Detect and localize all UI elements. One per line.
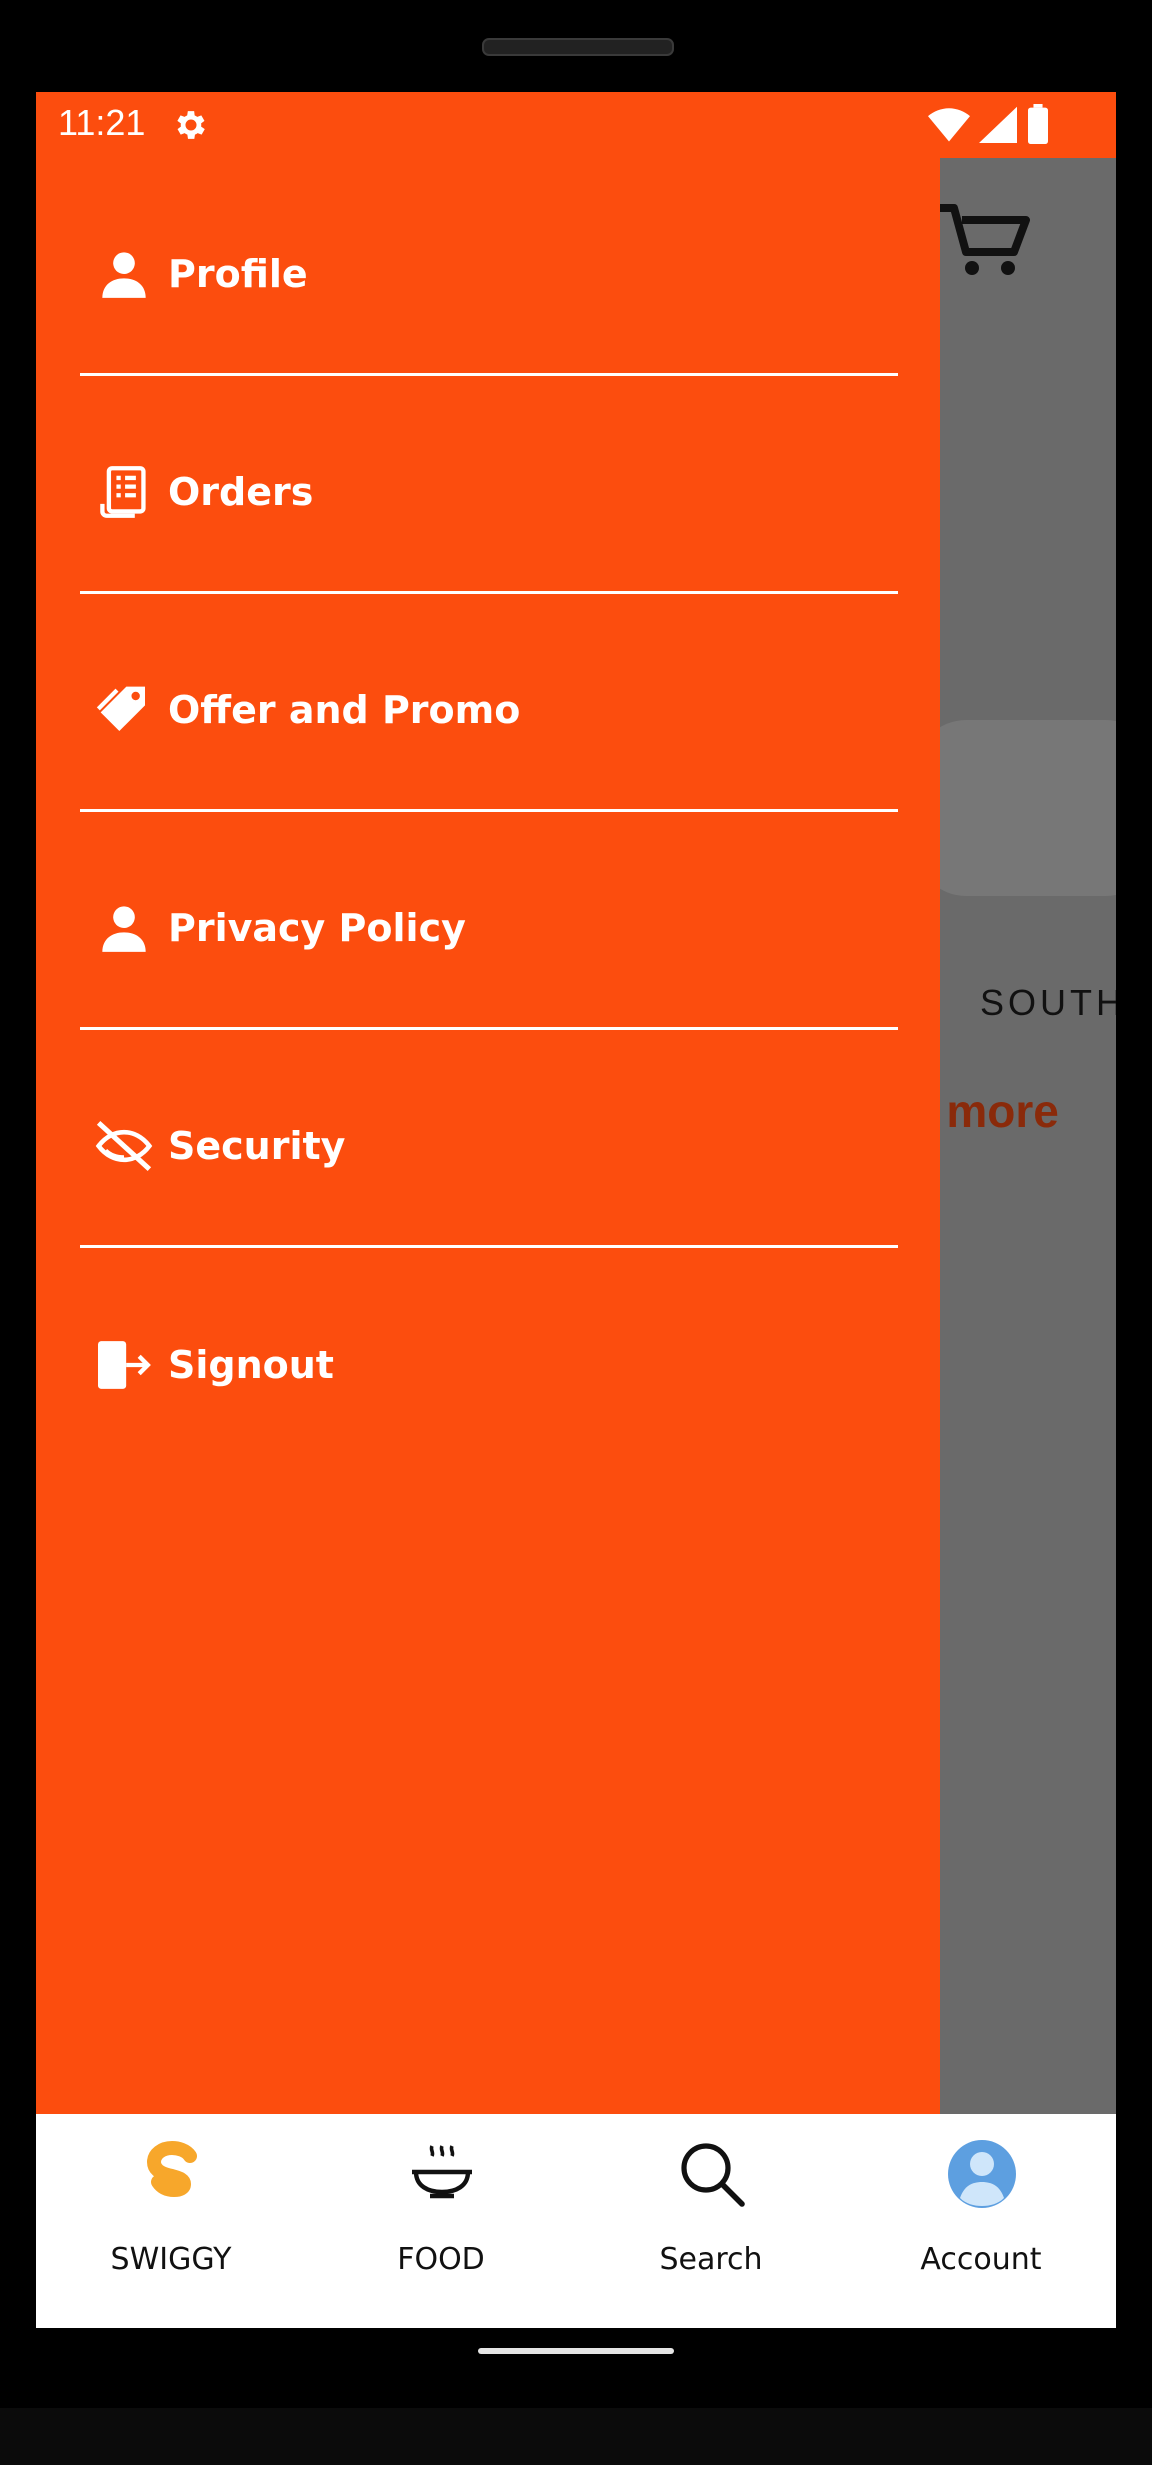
drawer-item-privacy-policy[interactable]: Privacy Policy bbox=[80, 812, 898, 1030]
background-category-label: SOUTH bbox=[980, 982, 1116, 1023]
account-avatar-icon bbox=[948, 2140, 1016, 2208]
status-bar: 11:21 bbox=[36, 92, 1116, 158]
drawer-item-label: Security bbox=[168, 1123, 346, 1168]
nav-item-account[interactable]: Account bbox=[846, 2114, 1116, 2328]
eye-off-icon bbox=[94, 1116, 154, 1176]
cart-icon bbox=[936, 204, 1030, 275]
navigation-drawer: Profile Orders Offer and Promo Privacy P… bbox=[36, 92, 940, 2114]
phone-frame: 11:21 SOUTH e more Profile Orders Offer … bbox=[0, 0, 1152, 2465]
receipt-icon bbox=[94, 462, 154, 522]
tag-icon bbox=[94, 680, 154, 740]
search-icon bbox=[681, 2143, 745, 2207]
person-icon bbox=[94, 898, 154, 958]
drawer-item-security[interactable]: Security bbox=[80, 1030, 898, 1248]
food-bowl-icon bbox=[412, 2145, 472, 2199]
battery-icon bbox=[1028, 104, 1048, 144]
swiggy-logo-icon bbox=[146, 2140, 197, 2198]
cellular-signal-icon bbox=[978, 106, 1017, 143]
person-icon bbox=[94, 244, 154, 304]
nav-item-label: Search bbox=[659, 2242, 763, 2277]
screen: 11:21 SOUTH e more Profile Orders Offer … bbox=[36, 92, 1116, 2328]
settings-gear-icon bbox=[177, 111, 205, 139]
drawer-item-orders[interactable]: Orders bbox=[80, 376, 898, 594]
bottom-navigation: SWIGGY FOOD Search Account bbox=[36, 2114, 1116, 2328]
drawer-menu: Profile Orders Offer and Promo Privacy P… bbox=[80, 158, 898, 1466]
nav-item-label: Account bbox=[920, 2242, 1042, 2277]
drawer-item-label: Signout bbox=[168, 1343, 334, 1387]
drawer-item-signout[interactable]: Signout bbox=[80, 1248, 898, 1466]
nav-item-search[interactable]: Search bbox=[576, 2114, 846, 2328]
home-indicator[interactable] bbox=[478, 2348, 674, 2354]
drawer-item-label: Offer and Promo bbox=[168, 687, 521, 732]
drawer-item-label: Orders bbox=[168, 469, 314, 514]
background-card bbox=[916, 720, 1116, 896]
drawer-item-label: Profile bbox=[168, 251, 308, 296]
phone-bottom-bezel bbox=[0, 2408, 1152, 2465]
nav-item-label: FOOD bbox=[397, 2242, 485, 2277]
nav-item-swiggy[interactable]: SWIGGY bbox=[36, 2114, 306, 2328]
status-time: 11:21 bbox=[58, 102, 146, 143]
drawer-item-offer-and-promo[interactable]: Offer and Promo bbox=[80, 594, 898, 812]
drawer-item-profile[interactable]: Profile bbox=[80, 158, 898, 376]
drawer-item-label: Privacy Policy bbox=[168, 905, 466, 950]
phone-speaker bbox=[482, 38, 674, 56]
nav-item-food[interactable]: FOOD bbox=[306, 2114, 576, 2328]
wifi-icon bbox=[927, 108, 970, 142]
status-icons bbox=[924, 104, 1050, 144]
signout-icon bbox=[94, 1335, 154, 1395]
nav-item-label: SWIGGY bbox=[110, 2242, 232, 2277]
